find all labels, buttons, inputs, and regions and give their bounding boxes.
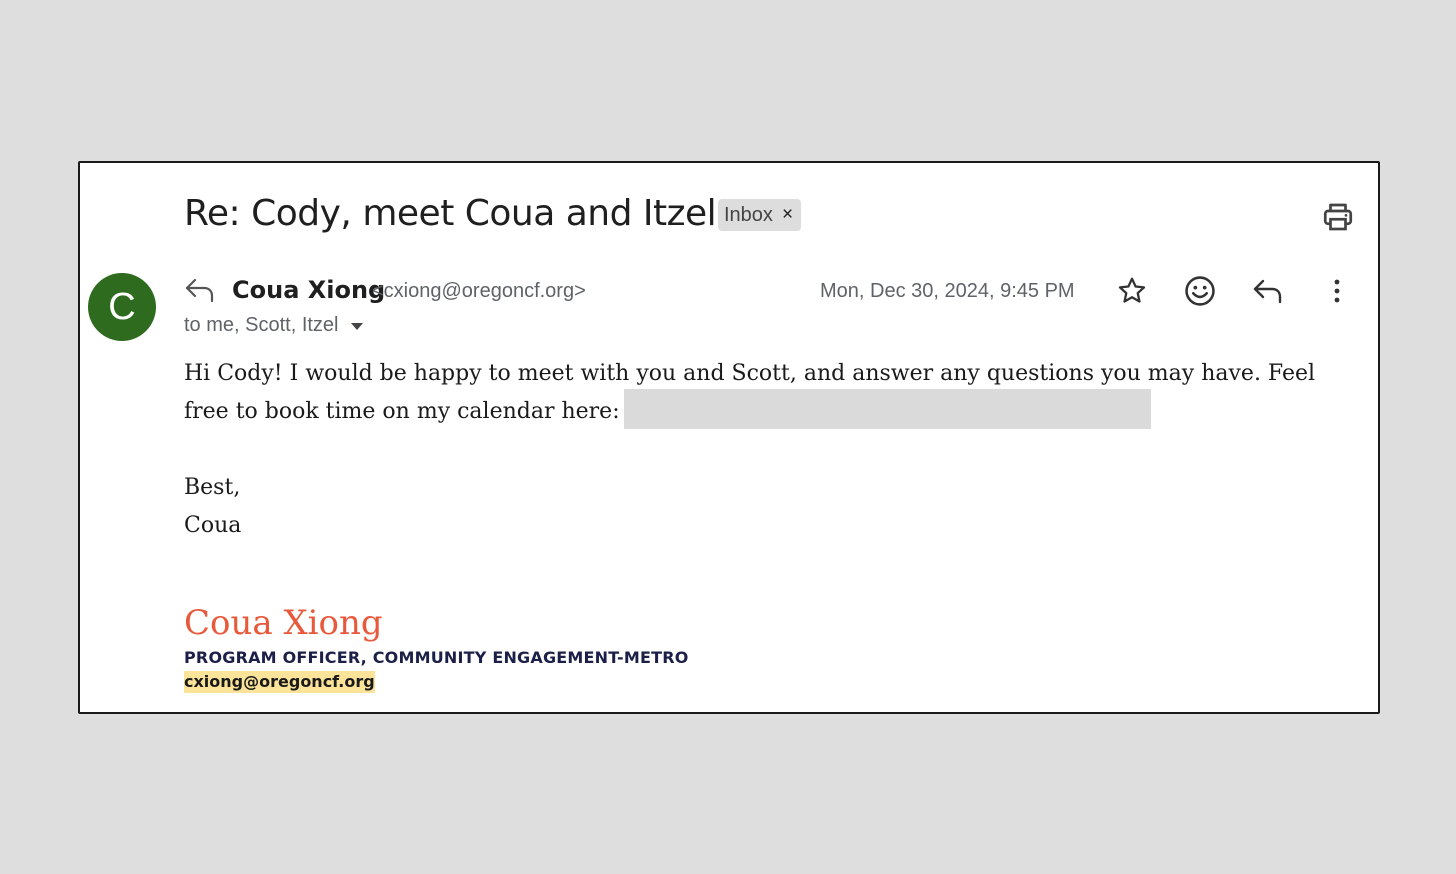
recipients-text: to me, Scott, Itzel	[184, 314, 339, 336]
sender-email: <cxiong@oregoncf.org>	[372, 280, 586, 302]
message-closing: Best, Coua	[184, 469, 241, 545]
label-text: Inbox	[724, 203, 773, 226]
sender-avatar[interactable]: C	[88, 273, 156, 341]
reply-icon[interactable]	[1248, 271, 1288, 311]
email-message-card: Re: Cody, meet Coua and Itzel! Inbox × C…	[78, 161, 1380, 714]
signature-title: PROGRAM OFFICER, COMMUNITY ENGAGEMENT-ME…	[184, 648, 689, 667]
signature-email-link[interactable]: cxiong@oregoncf.org	[184, 671, 375, 693]
caret-down-icon[interactable]	[350, 322, 363, 330]
message-body: Hi Cody! I would be happy to meet with y…	[184, 355, 1364, 431]
emoji-reaction-icon[interactable]	[1180, 271, 1220, 311]
recipients-dropdown[interactable]: to me, Scott, Itzel	[184, 310, 363, 340]
reply-icon	[184, 276, 216, 304]
redacted-calendar-link	[623, 389, 1151, 429]
closing-name: Coua	[184, 513, 242, 538]
email-subject: Re: Cody, meet Coua and Itzel!	[184, 193, 731, 234]
inbox-label-chip[interactable]: Inbox ×	[718, 199, 802, 231]
print-icon[interactable]	[1320, 199, 1356, 235]
sender-name[interactable]: Coua Xiong	[232, 273, 385, 307]
message-datetime: Mon, Dec 30, 2024, 9:45 PM	[820, 280, 1075, 302]
star-icon[interactable]	[1112, 271, 1152, 311]
remove-label-icon[interactable]: ×	[782, 204, 793, 226]
closing-line: Best,	[184, 475, 241, 500]
more-vert-icon[interactable]	[1317, 271, 1357, 311]
signature-name: Coua Xiong	[184, 603, 383, 643]
